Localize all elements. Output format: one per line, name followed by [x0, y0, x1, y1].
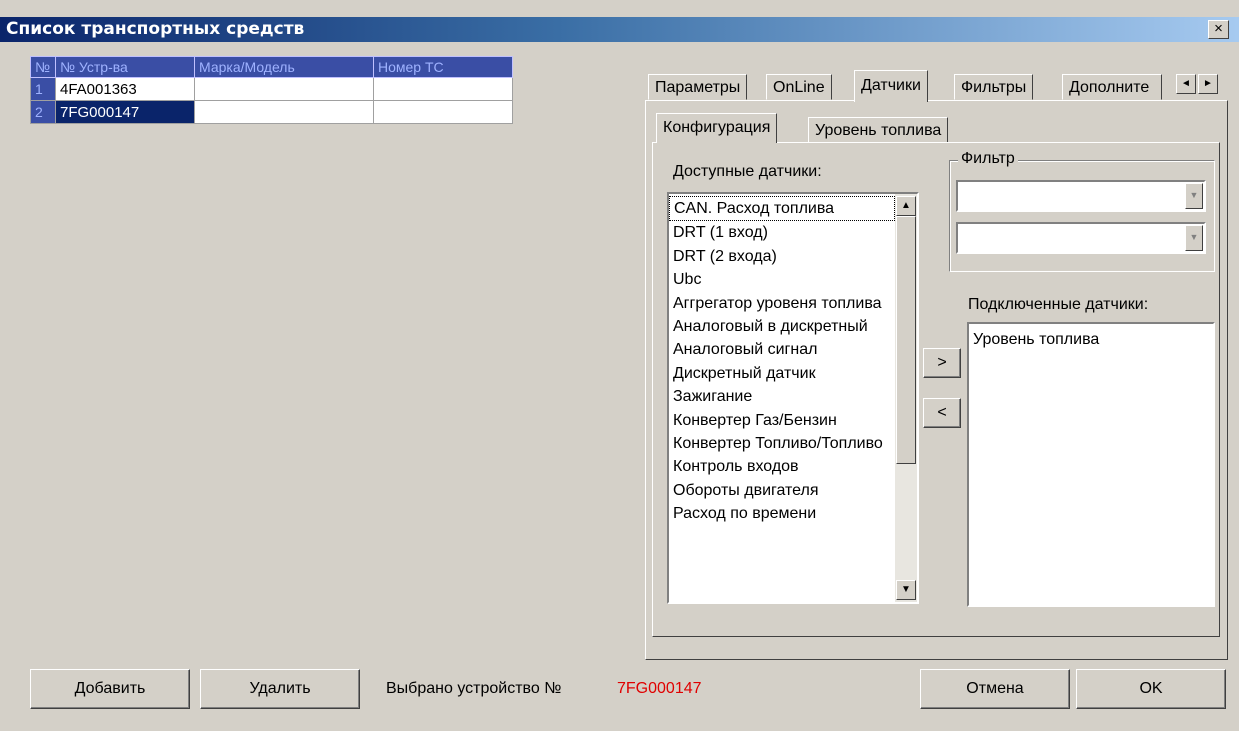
tab-additional[interactable]: Дополните [1062, 74, 1162, 100]
tab-scroll-right[interactable]: ► [1198, 74, 1218, 94]
col-header-plate[interactable]: Номер ТС [373, 56, 513, 78]
selected-device-value: 7FG000147 [617, 680, 702, 697]
cancel-button[interactable]: Отмена [920, 669, 1070, 709]
arrow-right-icon: ► [1203, 78, 1213, 89]
filter-label: Фильтр [958, 150, 1018, 168]
list-item[interactable]: Конвертер Газ/Бензин [669, 409, 895, 432]
col-header-device[interactable]: № Устр-ва [55, 56, 195, 78]
table-row[interactable]: 2 7FG000147 [30, 100, 513, 124]
list-item[interactable]: DRT (2 входа) [669, 245, 895, 268]
available-sensors-list[interactable]: CAN. Расход топлива DRT (1 вход) DRT (2 … [667, 192, 919, 604]
device-cell[interactable]: 7FG000147 [55, 100, 195, 124]
title-bar: Список транспортных средств [0, 17, 1239, 42]
available-sensors-label: Доступные датчики: [673, 163, 822, 180]
row-num: 1 [30, 77, 56, 101]
filter-combo-2[interactable]: ▼ [956, 222, 1206, 254]
available-items: CAN. Расход топлива DRT (1 вход) DRT (2 … [669, 196, 895, 526]
close-button[interactable]: × [1208, 20, 1229, 39]
chevron-down-icon[interactable]: ▼ [1185, 225, 1203, 251]
tab-online[interactable]: OnLine [766, 74, 832, 100]
col-header-model[interactable]: Марка/Модель [194, 56, 374, 78]
list-item[interactable]: Аналоговый сигнал [669, 338, 895, 361]
selected-device-label: Выбрано устройство № [386, 680, 562, 697]
close-icon: × [1214, 20, 1223, 37]
filter-group [949, 160, 1215, 272]
remove-sensor-button[interactable]: < [923, 398, 961, 428]
plate-cell[interactable] [373, 100, 513, 124]
arrow-left-icon: ◄ [1181, 78, 1191, 89]
model-cell[interactable] [194, 100, 374, 124]
connected-sensors-list[interactable]: Уровень топлива [967, 322, 1215, 607]
subtab-fuel-level[interactable]: Уровень топлива [808, 117, 949, 143]
list-item[interactable]: CAN. Расход топлива [669, 196, 895, 222]
list-item[interactable]: Аналоговый в дискретный [669, 315, 895, 338]
tab-sensors[interactable]: Датчики [854, 70, 928, 102]
list-item[interactable]: DRT (1 вход) [669, 221, 895, 244]
add-sensor-button[interactable]: > [923, 348, 961, 378]
list-item[interactable]: Расход по времени [669, 502, 895, 525]
filter-combo-1[interactable]: ▼ [956, 180, 1206, 212]
chevron-down-icon[interactable]: ▼ [1185, 183, 1203, 209]
list-item[interactable]: Уровень топлива [969, 324, 1213, 351]
list-item[interactable]: Ubc [669, 268, 895, 291]
col-header-num[interactable]: № [30, 56, 56, 78]
delete-button[interactable]: Удалить [200, 669, 360, 709]
subtab-configuration[interactable]: Конфигурация [656, 113, 778, 143]
model-cell[interactable] [194, 77, 374, 101]
tab-scroll-left[interactable]: ◄ [1176, 74, 1196, 94]
list-item[interactable]: Обороты двигателя [669, 479, 895, 502]
scroll-down-button[interactable]: ▼ [896, 580, 916, 600]
list-item[interactable]: Зажигание [669, 385, 895, 408]
connected-sensors-label: Подключенные датчики: [968, 296, 1149, 313]
list-item[interactable]: Контроль входов [669, 455, 895, 478]
arrow-up-icon: ▲ [901, 200, 911, 211]
tab-filters[interactable]: Фильтры [954, 74, 1034, 100]
add-button[interactable]: Добавить [30, 669, 190, 709]
list-item[interactable]: Дискретный датчик [669, 362, 895, 385]
plate-cell[interactable] [373, 77, 513, 101]
device-cell[interactable]: 4FA001363 [55, 77, 195, 101]
main-tabs: Параметры OnLine Датчики Фильтры Дополни… [648, 70, 1228, 102]
list-item[interactable]: Аггрегатор уровеня топлива [669, 292, 895, 315]
table-row[interactable]: 1 4FA001363 [30, 77, 513, 101]
window-title: Список транспортных средств [6, 19, 305, 39]
list-scrollbar[interactable]: ▲ ▼ [895, 194, 917, 602]
list-item[interactable]: Конвертер Топливо/Топливо [669, 432, 895, 455]
ok-button[interactable]: OK [1076, 669, 1226, 709]
scroll-thumb[interactable] [896, 216, 916, 464]
vehicle-grid: № № Устр-ва Марка/Модель Номер ТС 1 4FA0… [30, 56, 518, 133]
grid-header-row: № № Устр-ва Марка/Модель Номер ТС [30, 56, 513, 78]
row-num: 2 [30, 100, 56, 124]
arrow-down-icon: ▼ [901, 584, 911, 595]
scroll-up-button[interactable]: ▲ [896, 196, 916, 216]
tab-parameters[interactable]: Параметры [648, 74, 748, 100]
